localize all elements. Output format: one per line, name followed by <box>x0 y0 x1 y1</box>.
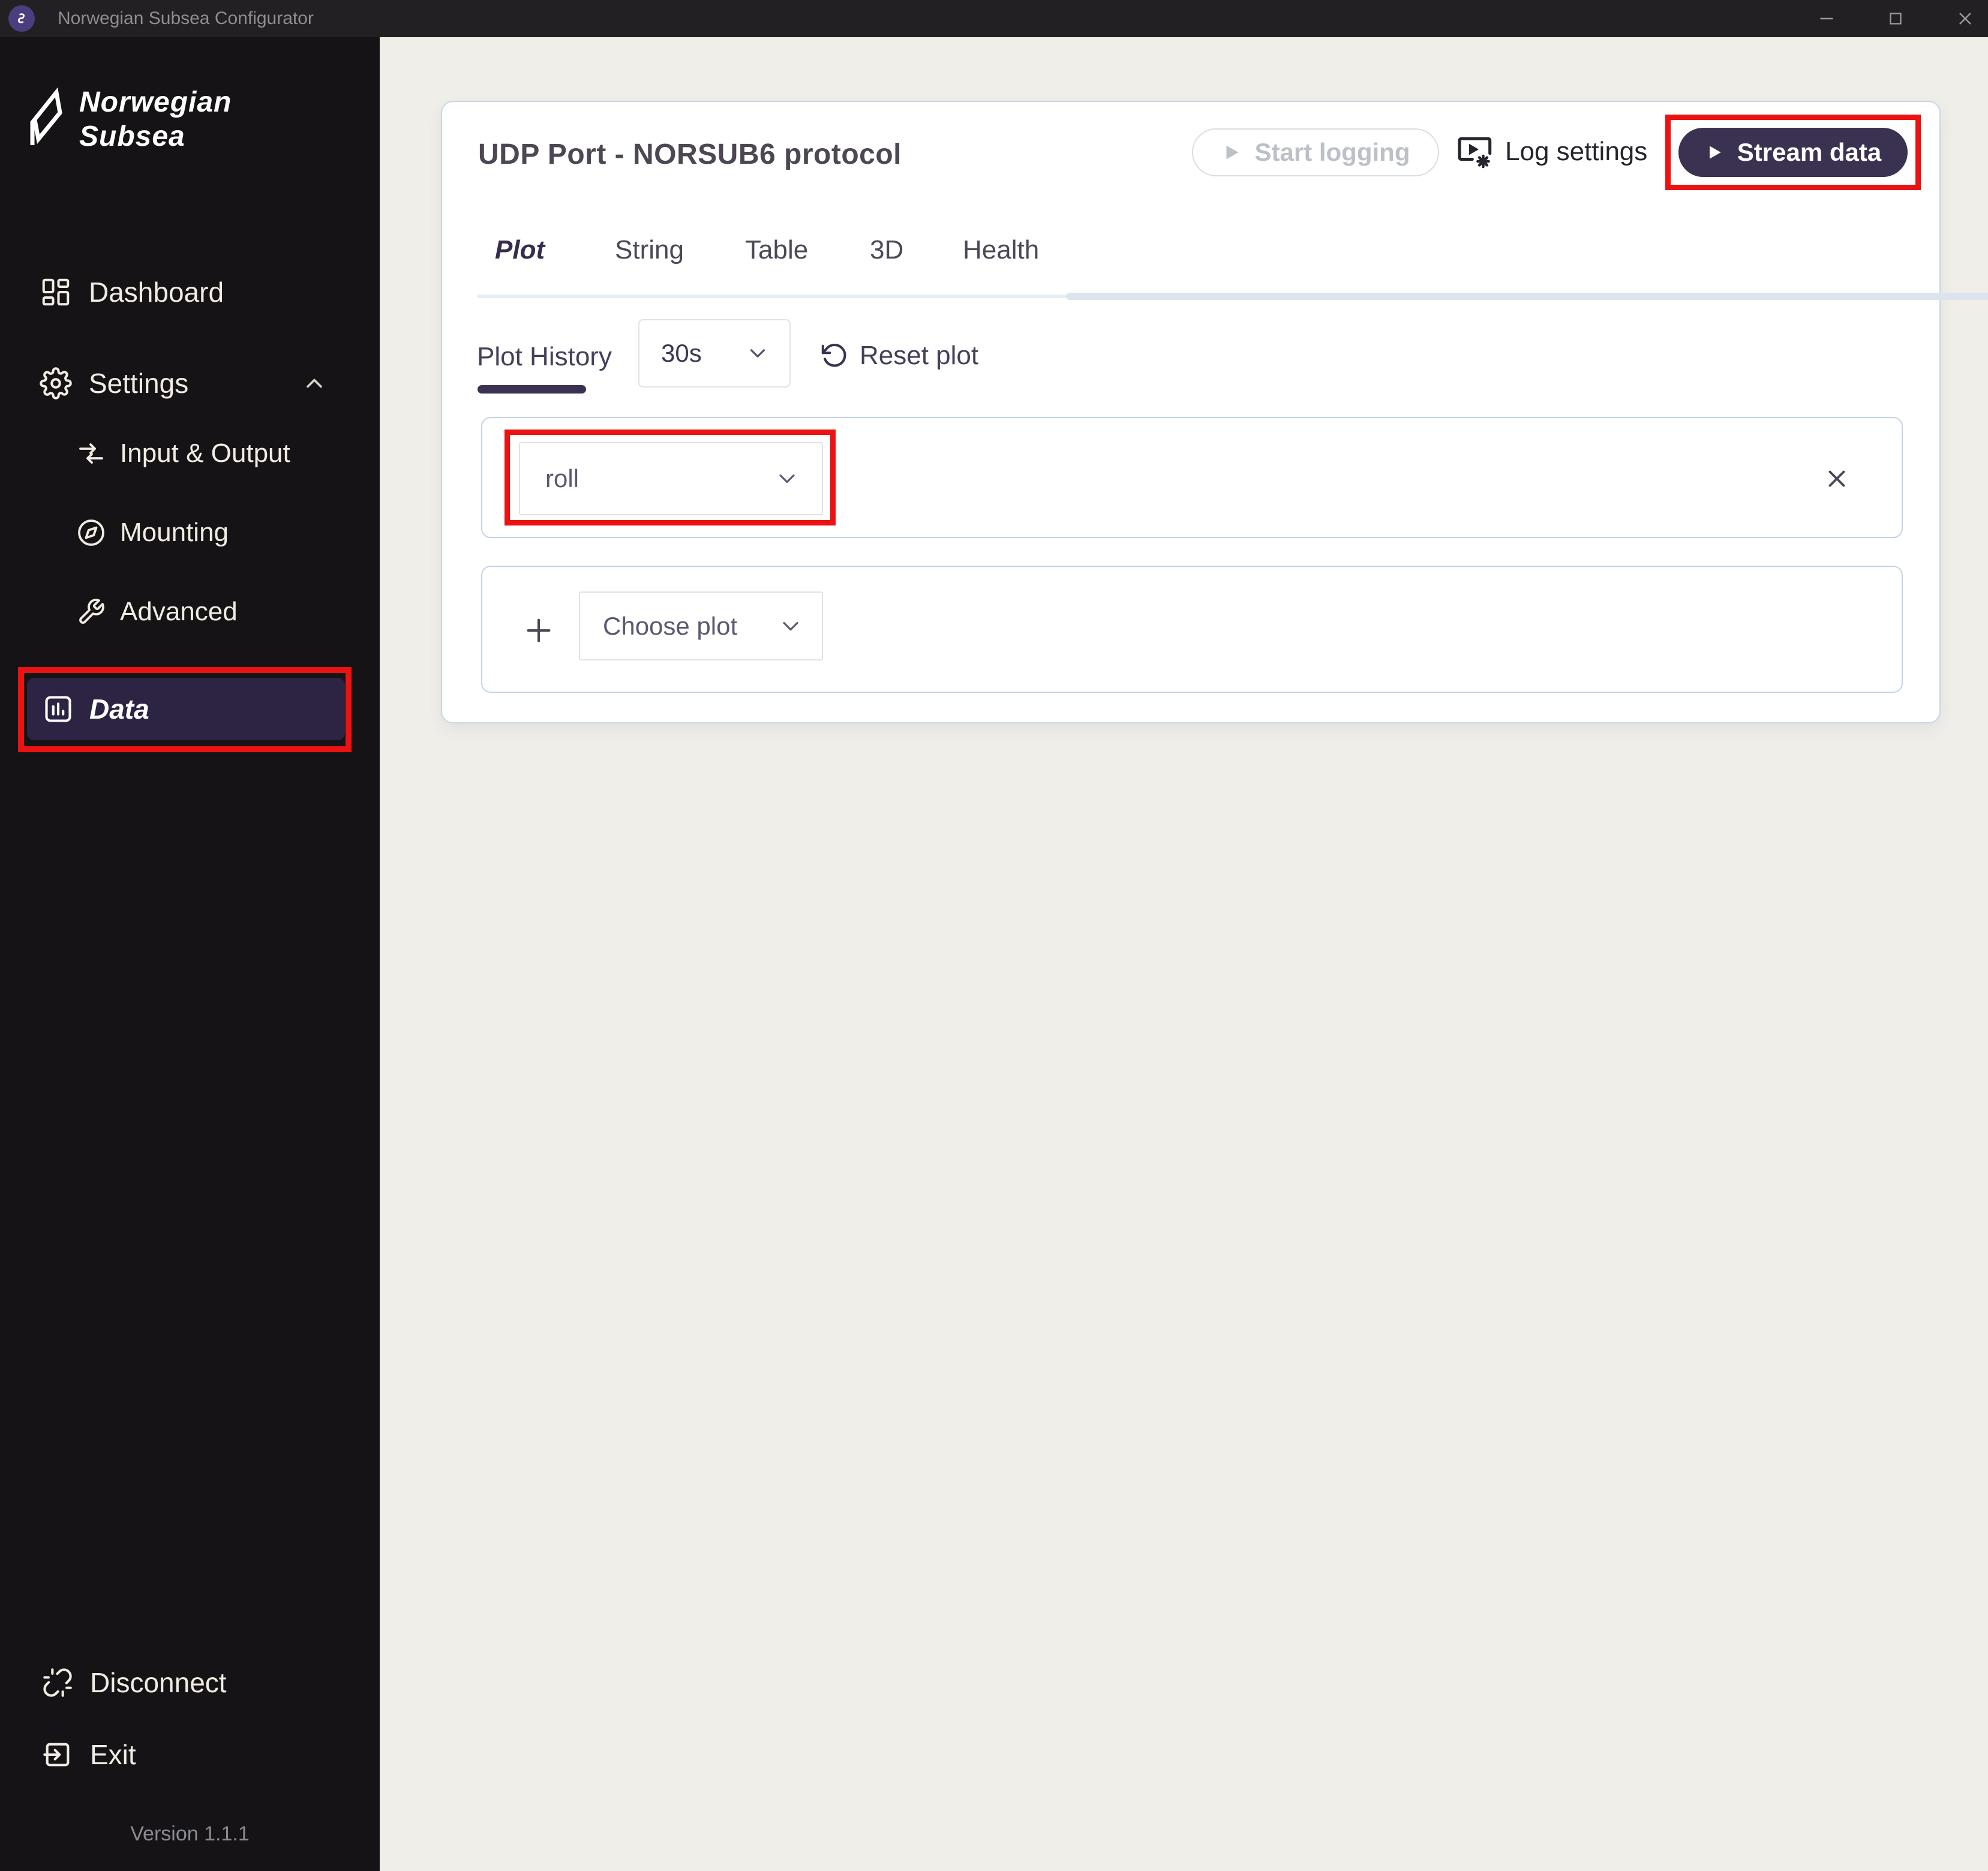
play-icon <box>1221 142 1242 163</box>
input-output-icon <box>77 439 106 468</box>
dashboard-icon <box>40 276 72 308</box>
exit-icon <box>42 1739 73 1770</box>
tab-table[interactable]: Table <box>745 235 808 265</box>
plot-variable-select[interactable]: roll <box>519 442 823 515</box>
log-settings-label: Log settings <box>1505 137 1648 166</box>
logo-text: Norwegian Subsea <box>79 86 232 152</box>
tab-divider-scrollbar[interactable] <box>1066 293 1988 300</box>
data-panel-card: UDP Port - NORSUB6 protocol Start loggin… <box>441 101 1988 723</box>
page-title: UDP Port - NORSUB6 protocol <box>478 139 902 170</box>
version-label: Version 1.1.1 <box>130 1822 250 1845</box>
plot-variable-value: roll <box>545 464 579 492</box>
sidebar-item-label: Advanced <box>120 597 238 626</box>
sidebar-item-exit[interactable]: Exit <box>42 1732 136 1777</box>
wrench-icon <box>77 597 106 626</box>
sidebar-item-label: Data <box>89 693 149 725</box>
title-bar: Norwegian Subsea Configurator <box>0 0 1988 37</box>
minimize-button[interactable] <box>1807 0 1846 37</box>
gear-icon <box>40 367 72 400</box>
plot-history-select[interactable]: 30s <box>638 319 791 388</box>
broken-link-icon <box>42 1667 73 1698</box>
sidebar-item-advanced[interactable]: Advanced <box>77 589 238 635</box>
chevron-down-icon <box>777 613 804 639</box>
reset-icon <box>820 342 848 370</box>
close-window-button[interactable] <box>1946 0 1984 37</box>
sidebar-item-label: Exit <box>90 1739 136 1770</box>
stream-data-label: Stream data <box>1737 138 1882 166</box>
maximize-button[interactable] <box>1876 0 1915 37</box>
reset-plot-button[interactable]: Reset plot <box>820 335 978 377</box>
plot-history-value: 30s <box>661 339 702 367</box>
active-tab-indicator <box>478 385 586 394</box>
tab-string[interactable]: String <box>615 235 684 265</box>
sidebar: Norwegian Subsea Dashboard Settings Inpu… <box>0 37 380 1871</box>
start-logging-button[interactable]: Start logging <box>1192 128 1439 176</box>
add-plot-button[interactable] <box>517 606 560 654</box>
reset-plot-label: Reset plot <box>860 341 979 370</box>
plot-row: roll <box>481 417 1903 538</box>
log-settings-button[interactable]: Log settings <box>1455 126 1647 178</box>
tab-plot[interactable]: Plot <box>495 235 545 265</box>
start-logging-label: Start logging <box>1254 138 1410 166</box>
sidebar-item-label: Mounting <box>120 518 229 547</box>
sidebar-item-data[interactable]: Data <box>27 678 345 740</box>
sidebar-item-settings[interactable]: Settings <box>40 359 328 407</box>
log-settings-icon <box>1455 133 1493 171</box>
sidebar-item-label: Input & Output <box>120 439 290 468</box>
plot-history-label: Plot History <box>477 342 612 371</box>
sidebar-item-dashboard[interactable]: Dashboard <box>40 268 328 316</box>
add-plot-row: Choose plot <box>481 566 1903 693</box>
stream-data-button[interactable]: Stream data <box>1678 128 1908 177</box>
bar-chart-icon <box>43 693 74 725</box>
app-icon <box>8 5 35 32</box>
sidebar-item-label: Disconnect <box>90 1667 227 1698</box>
chevron-down-icon <box>745 341 770 366</box>
remove-plot-button[interactable] <box>1820 462 1854 495</box>
sidebar-item-mounting[interactable]: Mounting <box>77 510 229 555</box>
sidebar-item-disconnect[interactable]: Disconnect <box>42 1660 227 1705</box>
sidebar-item-input-output[interactable]: Input & Output <box>77 431 290 476</box>
norwegian-subsea-logo-icon <box>25 85 70 156</box>
tab-health[interactable]: Health <box>963 235 1039 265</box>
app-logo: Norwegian Subsea <box>25 85 232 156</box>
tab-divider <box>478 295 1066 298</box>
play-icon <box>1705 143 1724 162</box>
compass-icon <box>77 518 106 547</box>
chevron-up-icon <box>301 370 328 397</box>
chevron-down-icon <box>774 466 800 492</box>
sidebar-item-label: Settings <box>89 368 189 399</box>
tab-3d[interactable]: 3D <box>870 235 903 265</box>
window-title: Norwegian Subsea Configurator <box>58 8 314 28</box>
sidebar-item-label: Dashboard <box>89 277 224 308</box>
choose-plot-select[interactable]: Choose plot <box>579 591 823 660</box>
choose-plot-label: Choose plot <box>603 611 738 640</box>
